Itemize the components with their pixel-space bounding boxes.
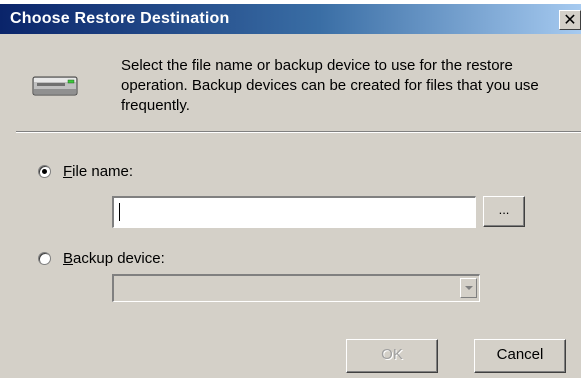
backup-device-label[interactable]: Backup device: <box>63 250 165 267</box>
file-name-radio[interactable] <box>38 165 51 178</box>
file-name-input[interactable] <box>114 198 475 227</box>
separator-line <box>16 131 581 133</box>
close-button[interactable]: ✕ <box>559 10 581 30</box>
window-title: Choose Restore Destination <box>10 10 230 27</box>
chevron-down-icon <box>465 286 473 290</box>
close-icon: ✕ <box>563 10 577 29</box>
file-name-mnemonic: F <box>63 163 73 180</box>
cancel-button[interactable]: Cancel <box>474 339 566 373</box>
backup-device-radio[interactable] <box>38 252 51 265</box>
backup-device-icon <box>32 76 78 96</box>
backup-device-option[interactable]: Backup device: <box>38 250 165 267</box>
backup-device-select[interactable] <box>112 274 480 302</box>
dropdown-arrow-button[interactable] <box>460 278 477 298</box>
file-name-field[interactable] <box>112 196 476 228</box>
backup-device-label-text: ackup device: <box>73 250 165 267</box>
title-bar[interactable]: Choose Restore Destination <box>0 4 581 34</box>
instructions-text: Select the file name or backup device to… <box>121 57 539 114</box>
browse-button[interactable]: ... <box>483 196 525 227</box>
radio-selected-dot <box>42 169 47 174</box>
backup-device-mnemonic: B <box>63 250 74 267</box>
file-name-option[interactable]: File name: <box>38 163 133 180</box>
ok-button[interactable]: OK <box>346 339 438 373</box>
file-name-label[interactable]: File name: <box>63 163 133 180</box>
file-name-label-text: ile name: <box>72 163 134 180</box>
